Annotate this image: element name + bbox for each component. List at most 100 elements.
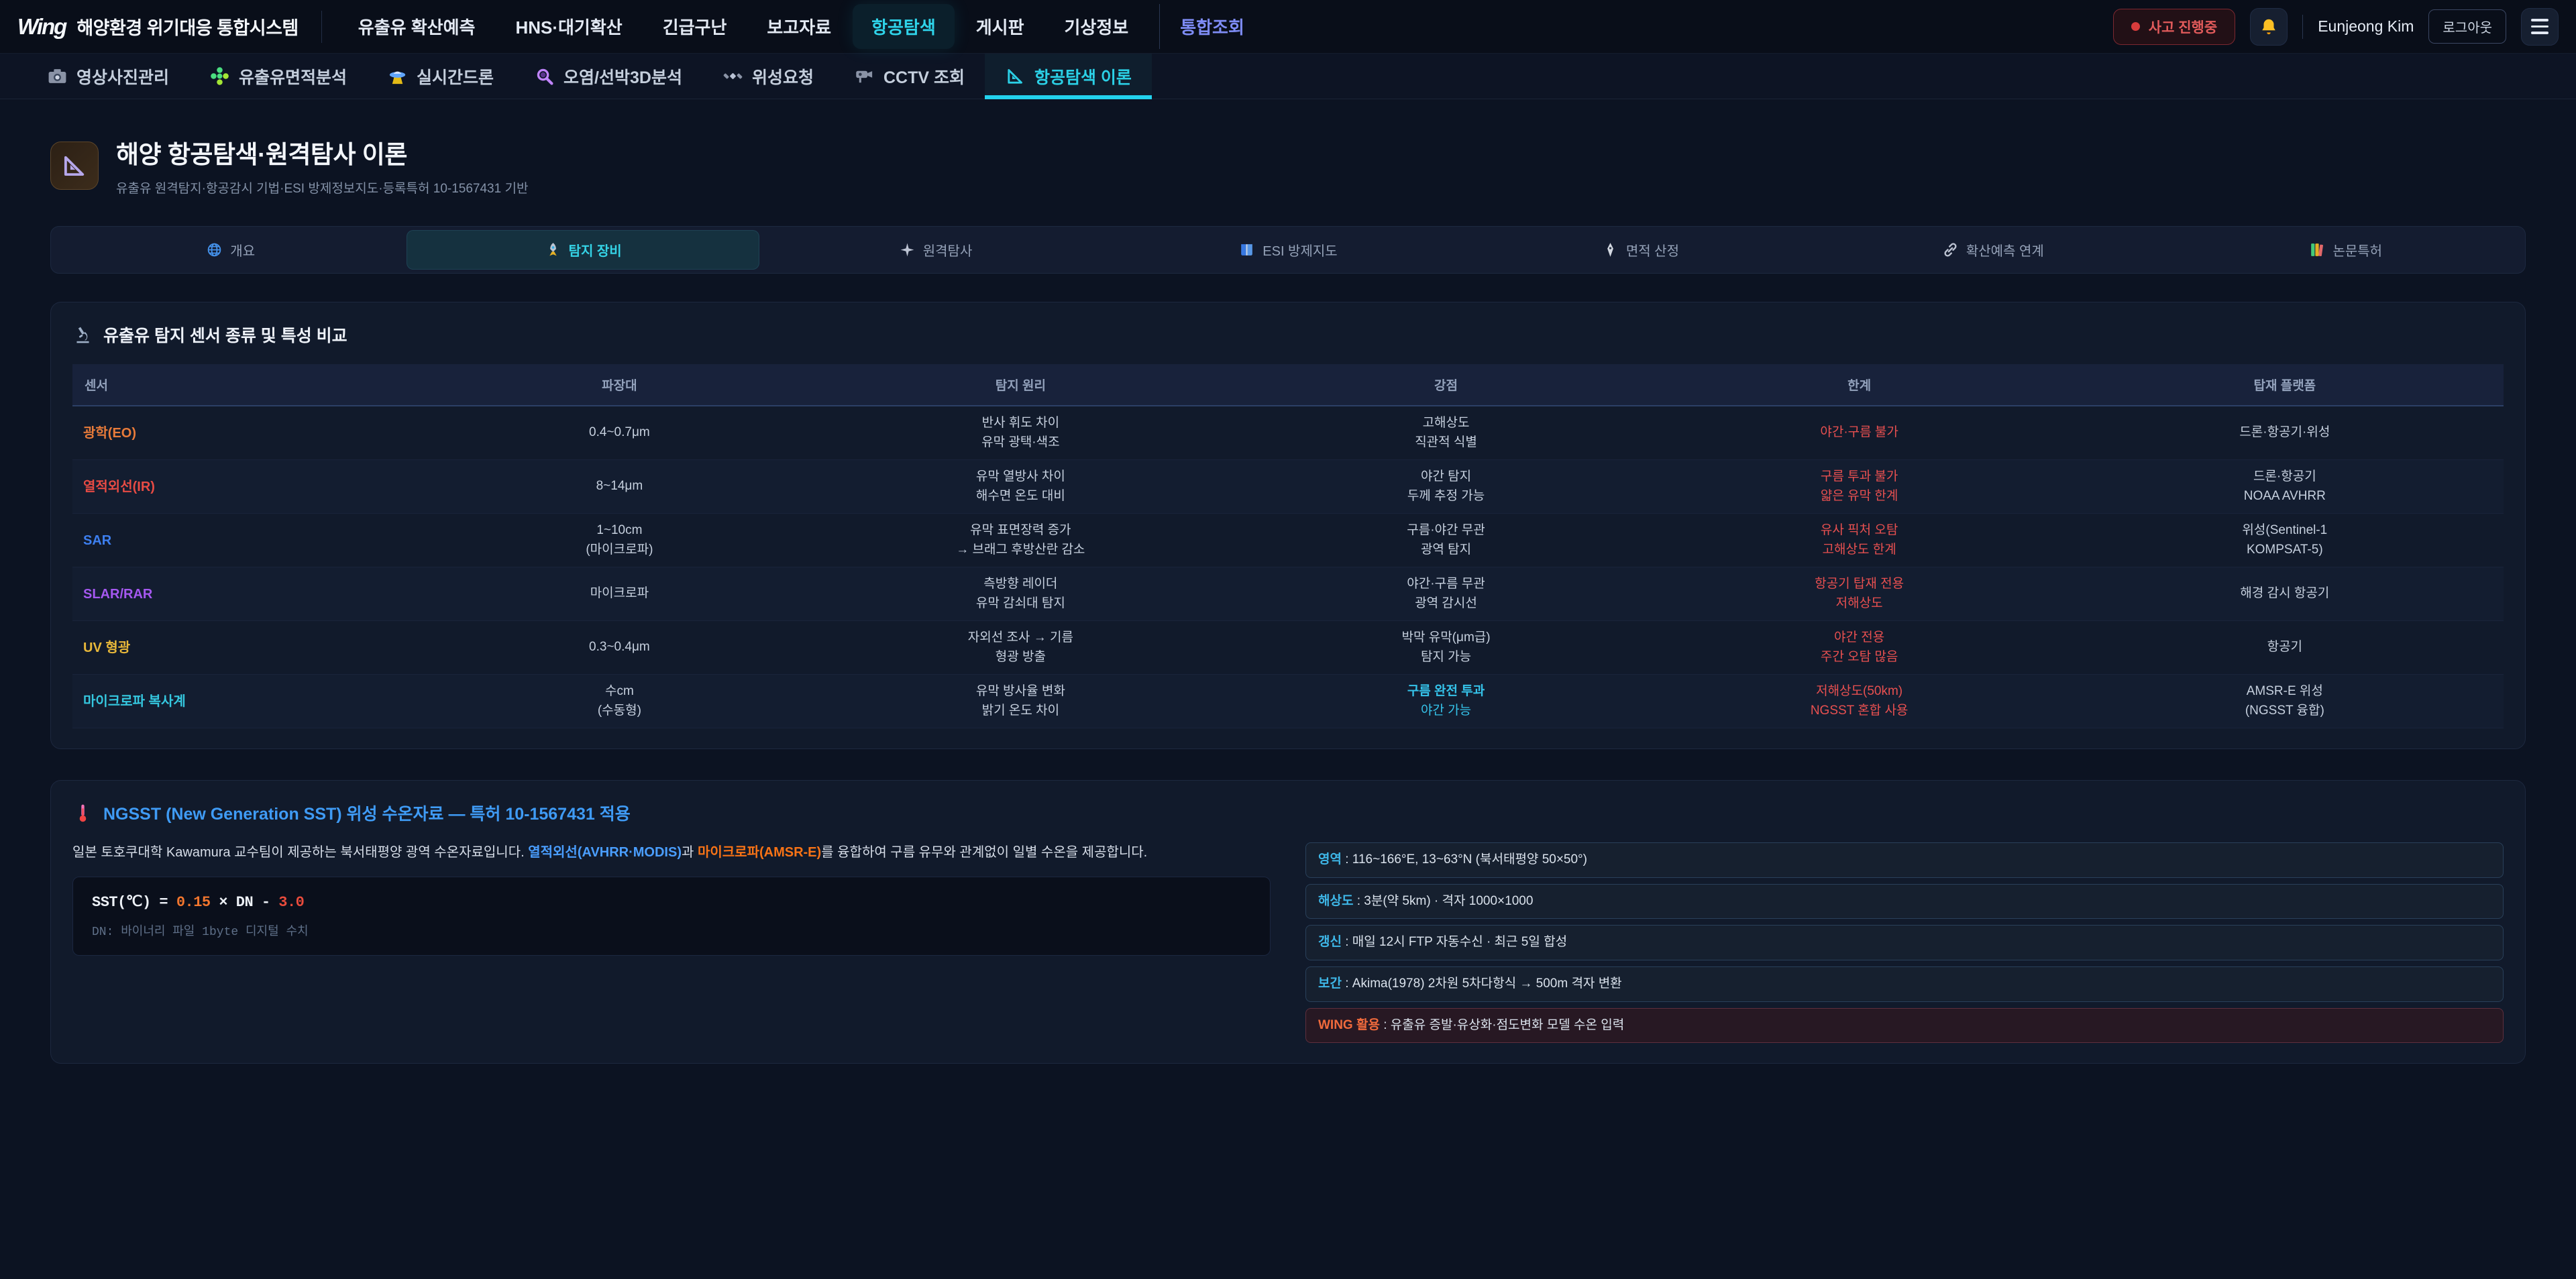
table-cell: 해경 감시 항공기 <box>2066 567 2504 621</box>
formula-coefficient: 0.15 <box>176 894 211 911</box>
table-cell: 마이크로파 <box>437 567 802 621</box>
incident-status-badge[interactable]: 사고 진행중 <box>2113 9 2235 45</box>
table-cell: 유막 표면장력 증가→ 브래그 후방산란 감소 <box>802 514 1239 567</box>
tab-유출유면적분석[interactable]: 유출유면적분석 <box>189 54 367 99</box>
top-bar: Wing 해양환경 위기대응 통합시스템 유출유 확산예측HNS·대기확산긴급구… <box>0 0 2576 54</box>
segment-면적 산정[interactable]: 면적 산정 <box>1464 230 1817 270</box>
tab-항공탐색 이론[interactable]: 항공탐색 이론 <box>985 54 1152 99</box>
table-cell: 야간·구름 무관광역 감시선 <box>1240 567 1653 621</box>
table-cell: 0.4~0.7μm <box>437 406 802 460</box>
logout-button[interactable]: 로그아웃 <box>2428 9 2506 44</box>
column-header-탑재 플랫폼: 탑재 플랫폼 <box>2066 364 2504 406</box>
tab-label: 영상사진관리 <box>76 64 169 89</box>
tab-오염/선박3D분석[interactable]: 오염/선박3D분석 <box>514 54 702 99</box>
cctv-icon <box>854 66 875 87</box>
segment-label: 논문특허 <box>2332 240 2382 260</box>
desc-text: 를 융합하여 구름 유무와 관계없이 일별 수온을 제공합니다. <box>821 845 1147 860</box>
table-cell: 유막 방사율 변화밝기 온도 차이 <box>802 675 1239 728</box>
desc-mw-highlight: 마이크로파(AMSR-E) <box>698 845 821 860</box>
nav-item-보고자료[interactable]: 보고자료 <box>748 4 850 49</box>
book-icon <box>1238 241 1255 258</box>
page-header: 해양 항공탐색·원격탐사 이론 유출유 원격탐지·항공감시 기법·ESI 방제정… <box>50 134 2526 197</box>
tab-영상사진관리[interactable]: 영상사진관리 <box>27 54 189 99</box>
table-cell: 항공기 <box>2066 621 2504 675</box>
sub-tab-bar: 영상사진관리 유출유면적분석 실시간드론 오염/선박3D분석위성요청 CCTV 조회 항공… <box>0 54 2576 99</box>
camera-icon <box>47 66 68 87</box>
tab-실시간드론[interactable]: 실시간드론 <box>367 54 514 99</box>
segment-label: 원격탐사 <box>923 240 973 260</box>
sst-formula-block: SST(℃) = 0.15 × DN - 3.0 DN: 바이너리 파일 1by… <box>72 877 1271 956</box>
spec-item-보간: 보간 : Akima(1978) 2차원 5차다항식 → 500m 격자 변환 <box>1305 966 2504 1002</box>
satellite-icon <box>722 66 743 87</box>
sensor-name: 열적외선(IR) <box>72 460 437 514</box>
tab-label: 실시간드론 <box>417 64 494 89</box>
table-cell: 측방향 레이더유막 감쇠대 탐지 <box>802 567 1239 621</box>
table-cell: 구름 완전 투과야간 가능 <box>1240 675 1653 728</box>
segment-ESI 방제지도[interactable]: ESI 방제지도 <box>1112 230 1464 270</box>
notifications-button[interactable] <box>2250 8 2288 46</box>
nav-item-HNS·대기확산[interactable]: HNS·대기확산 <box>496 4 641 49</box>
link-icon <box>1942 241 1959 258</box>
desc-ir-highlight: 열적외선(AVHRR·MODIS) <box>528 845 682 860</box>
spec-label: 갱신 <box>1318 935 1342 949</box>
spec-item-갱신: 갱신 : 매일 12시 FTP 자동수신 · 최근 5일 합성 <box>1305 925 2504 960</box>
segment-논문특허[interactable]: 논문특허 <box>2169 230 2522 270</box>
rocket-icon <box>545 241 561 258</box>
table-cell: 1~10cm(마이크로파) <box>437 514 802 567</box>
tab-위성요청[interactable]: 위성요청 <box>702 54 834 99</box>
sensor-row-광학(EO): 광학(EO)0.4~0.7μm반사 휘도 차이유막 광택·색조고해상도직관적 식… <box>72 406 2504 460</box>
bookmarks-icon <box>2308 241 2325 258</box>
table-cell: 드론·항공기·위성 <box>2066 406 2504 460</box>
nav-item-유출유 확산예측[interactable]: 유출유 확산예측 <box>339 4 494 49</box>
spec-value: : 116~166°E, 13~63°N (북서태평양 50×50°) <box>1342 852 1587 867</box>
spec-item-영역: 영역 : 116~166°E, 13~63°N (북서태평양 50×50°) <box>1305 842 2504 878</box>
formula-note: DN: 바이너리 파일 1byte 디지털 수치 <box>92 922 1251 939</box>
pen-icon <box>1602 241 1619 258</box>
spec-value: : Akima(1978) 2차원 5차다항식 → 500m 격자 변환 <box>1342 977 1622 991</box>
sensor-row-열적외선(IR): 열적외선(IR)8~14μm유막 열방사 차이해수면 온도 대비야간 탐지두께 … <box>72 460 2504 514</box>
segment-label: 면적 산정 <box>1626 240 1679 260</box>
sensor-row-SAR: SAR1~10cm(마이크로파)유막 표면장력 증가→ 브래그 후방산란 감소구… <box>72 514 2504 567</box>
nav-item-긴급구난[interactable]: 긴급구난 <box>644 4 746 49</box>
ruler-icon <box>1005 66 1026 87</box>
table-cell: 야간 탐지두께 추정 가능 <box>1240 460 1653 514</box>
nav-item-통합조회[interactable]: 통합조회 <box>1159 4 1263 49</box>
app-logo[interactable]: Wing 해양환경 위기대응 통합시스템 <box>17 11 322 43</box>
nav-item-게시판[interactable]: 게시판 <box>957 4 1043 49</box>
ngsst-title: NGSST (New Generation SST) 위성 수온자료 — 특허 … <box>72 801 2504 825</box>
tab-label: 유출유면적분석 <box>239 64 347 89</box>
thermometer-icon <box>72 803 93 824</box>
spec-label: 영역 <box>1318 852 1342 867</box>
menu-button[interactable] <box>2521 8 2559 46</box>
segment-label: ESI 방제지도 <box>1263 240 1337 260</box>
triangle-ruler-icon <box>60 152 89 180</box>
table-cell: 저해상도(50km)NGSST 혼합 사용 <box>1653 675 2066 728</box>
section-segmented-tabs: 개요탐지 장비 원격탐사 ESI 방제지도 면적 산정 확산예측 연계 논문특허 <box>50 226 2526 274</box>
wing-logo-icon: Wing <box>17 14 66 40</box>
tab-label: CCTV 조회 <box>883 64 965 89</box>
sparkle-icon <box>899 241 916 258</box>
ngsst-title-text: NGSST (New Generation SST) 위성 수온자료 — 특허 … <box>103 801 631 825</box>
segment-원격탐사[interactable]: 원격탐사 <box>759 230 1112 270</box>
desc-text: 일본 토호쿠대학 Kawamura 교수팀이 제공하는 북서태평양 광역 수온자… <box>72 845 528 860</box>
nav-item-기상정보[interactable]: 기상정보 <box>1046 4 1148 49</box>
segment-확산예측 연계[interactable]: 확산예측 연계 <box>1817 230 2169 270</box>
magnifier-icon <box>534 66 555 87</box>
segment-탐지 장비[interactable]: 탐지 장비 <box>407 230 759 270</box>
incident-badge-label: 사고 진행중 <box>2149 17 2217 37</box>
sensor-name: 광학(EO) <box>72 406 437 460</box>
tab-CCTV 조회[interactable]: CCTV 조회 <box>834 54 985 99</box>
formula-operator: × DN - <box>211 894 279 911</box>
main-content: 해양 항공탐색·원격탐사 이론 유출유 원격탐지·항공감시 기법·ESI 방제정… <box>0 99 2576 1064</box>
sensor-comparison-card: 유출유 탐지 센서 종류 및 특성 비교 센서파장대탐지 원리강점한계탑재 플랫… <box>50 302 2526 749</box>
column-header-센서: 센서 <box>72 364 437 406</box>
table-cell: 항공기 탑재 전용저해상도 <box>1653 567 2066 621</box>
table-cell: 자외선 조사 → 기름형광 방출 <box>802 621 1239 675</box>
divider <box>2302 15 2303 39</box>
nav-item-항공탐색[interactable]: 항공탐색 <box>853 4 955 49</box>
globe-icon <box>206 241 223 258</box>
sensor-name: SAR <box>72 514 437 567</box>
segment-개요[interactable]: 개요 <box>54 230 407 270</box>
column-header-한계: 한계 <box>1653 364 2066 406</box>
table-cell: 야간·구름 불가 <box>1653 406 2066 460</box>
